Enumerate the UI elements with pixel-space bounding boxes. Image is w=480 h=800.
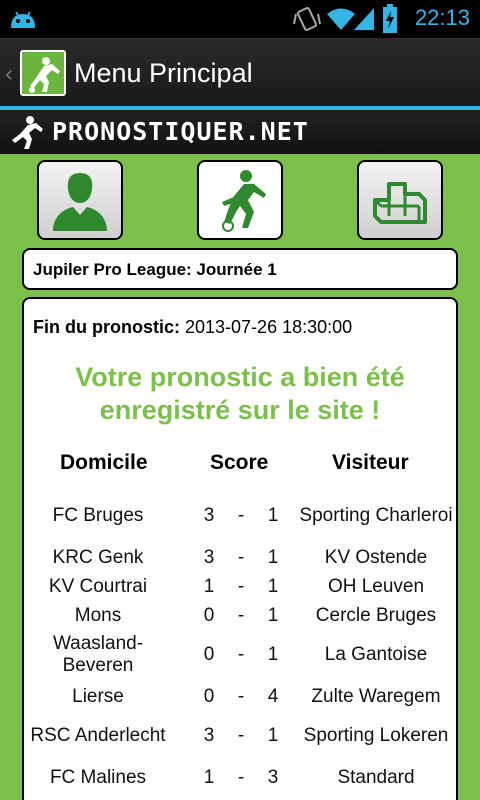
status-bar: 22:13	[0, 0, 480, 38]
home-goals: 3	[203, 725, 215, 746]
away-goals: 1	[267, 505, 279, 526]
brand-name: PRONOSTIQUER.NET	[52, 117, 309, 146]
league-title: Jupiler Pro League: Journée 1	[33, 260, 277, 279]
home-team: KV Courtrai	[48, 576, 148, 597]
column-header-home: Domicile	[60, 451, 148, 474]
home-goals: 1	[203, 576, 215, 597]
match-row: Lierse 0 - 4 Zulte Waregem	[24, 683, 456, 711]
signal-icon	[354, 8, 374, 30]
match-row: FC Bruges 3 - 1 Sporting Charleroi	[24, 492, 456, 540]
score-separator: -	[237, 725, 245, 746]
away-goals: 1	[267, 605, 279, 626]
football-player-logo-icon	[29, 57, 60, 93]
score-separator: -	[237, 605, 245, 626]
page-title: Menu Principal	[74, 58, 253, 88]
away-team: KV Ostende	[324, 547, 428, 568]
action-bar: ‹ Menu Principal	[0, 38, 480, 110]
score-separator: -	[237, 644, 245, 665]
profile-button[interactable]	[37, 160, 123, 240]
home-goals: 1	[203, 767, 215, 788]
confirmation-message: Votre pronostic a bien été enregistré su…	[75, 362, 405, 425]
score-separator: -	[237, 505, 245, 526]
match-row: Waasland-Beveren 0 - 1 La Gantoise	[24, 631, 456, 679]
home-goals: 0	[203, 605, 215, 626]
column-header-away: Visiteur	[332, 451, 409, 474]
home-goals: 3	[203, 547, 215, 568]
home-team: KRC Genk	[52, 547, 144, 568]
away-goals: 1	[267, 576, 279, 597]
vibrate-icon	[293, 7, 321, 31]
away-goals: 3	[267, 767, 279, 788]
home-team: Waasland-Beveren	[52, 633, 144, 676]
predictions-button[interactable]	[197, 160, 283, 240]
away-team: Standard	[337, 767, 415, 788]
away-team: Cercle Bruges	[315, 605, 437, 626]
away-goals: 1	[267, 725, 279, 746]
league-header: Jupiler Pro League: Journée 1	[22, 248, 458, 290]
deadline: Fin du pronostic: 2013-07-26 18:30:00	[33, 317, 352, 338]
away-team: Sporting Charleroi	[299, 505, 453, 526]
column-header-score: Score	[210, 451, 269, 474]
match-row: Mons 0 - 1 Cercle Bruges	[24, 602, 456, 630]
home-goals: 0	[203, 686, 215, 707]
football-player-icon	[222, 170, 266, 232]
app-logo[interactable]	[20, 50, 66, 96]
home-team: Lierse	[72, 686, 124, 707]
match-row: FC Malines 1 - 3 Standard	[24, 764, 456, 792]
ranking-button[interactable]	[357, 160, 443, 240]
match-row: KRC Genk 3 - 1 KV Ostende	[24, 544, 456, 572]
prediction-card: Fin du pronostic: 2013-07-26 18:30:00 Vo…	[22, 297, 458, 800]
deadline-value: 2013-07-26 18:30:00	[185, 317, 353, 337]
home-goals: 3	[203, 505, 215, 526]
match-row: KV Courtrai 1 - 1 OH Leuven	[24, 573, 456, 601]
clock: 22:13	[414, 5, 470, 30]
home-goals: 0	[203, 644, 215, 665]
score-separator: -	[237, 547, 245, 568]
android-debug-icon	[11, 11, 35, 28]
away-goals: 4	[267, 686, 279, 707]
away-goals: 1	[267, 644, 279, 665]
home-team: RSC Anderlecht	[30, 725, 166, 746]
brand-bar: PRONOSTIQUER.NET	[0, 110, 480, 154]
away-goals: 1	[267, 547, 279, 568]
away-team: La Gantoise	[324, 644, 428, 665]
profile-silhouette-icon	[53, 173, 107, 231]
match-row: RSC Anderlecht 3 - 1 Sporting Lokeren	[24, 712, 456, 760]
away-team: OH Leuven	[327, 576, 425, 597]
deadline-label: Fin du pronostic:	[33, 317, 180, 337]
football-player-icon	[12, 116, 43, 149]
score-separator: -	[237, 767, 245, 788]
away-team: Sporting Lokeren	[303, 725, 449, 746]
home-team: FC Malines	[49, 767, 147, 788]
up-caret-icon[interactable]: ‹	[4, 60, 14, 88]
away-team: Zulte Waregem	[311, 686, 441, 707]
home-team: Mons	[74, 605, 122, 626]
battery-charging-icon	[383, 4, 397, 33]
home-team: FC Bruges	[52, 505, 144, 526]
score-separator: -	[237, 686, 245, 707]
podium-icon	[373, 182, 427, 224]
score-separator: -	[237, 576, 245, 597]
